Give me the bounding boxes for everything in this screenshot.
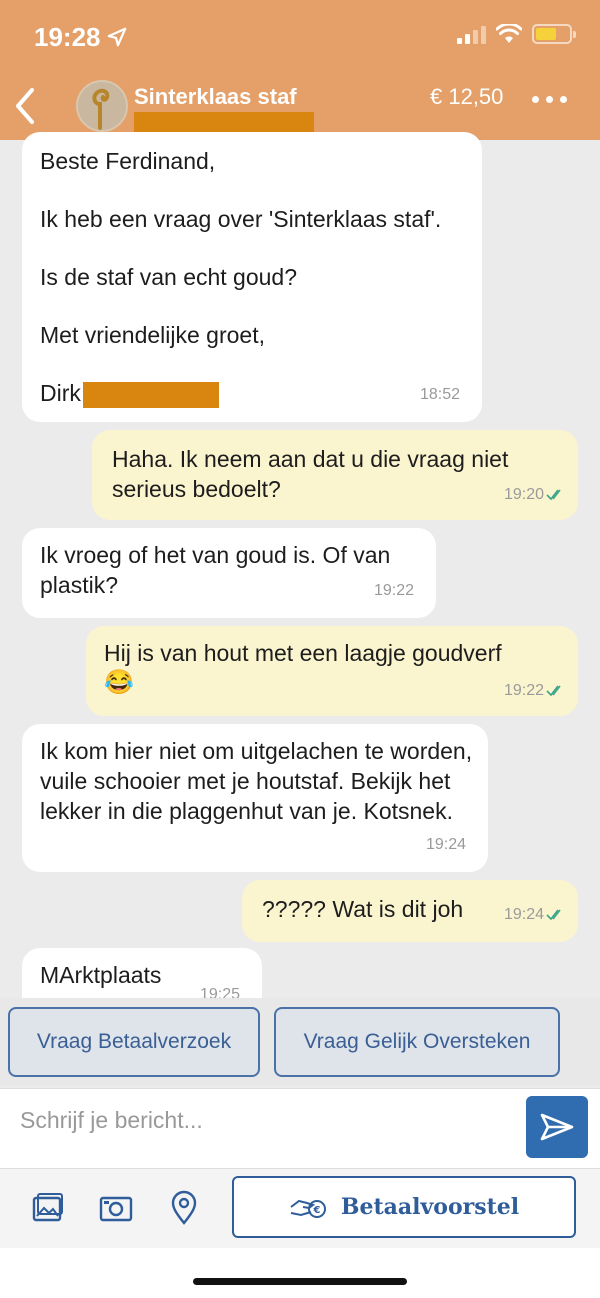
message-time: 19:22 xyxy=(373,582,414,599)
svg-text:€: € xyxy=(312,1205,320,1216)
message-incoming: Ik vroeg of het van goud is. Of van plas… xyxy=(22,528,436,618)
message-text: Haha. Ik neem aan dat u die vraag niet s… xyxy=(112,446,509,502)
status-indicators xyxy=(457,24,576,44)
item-price: € 12,50 xyxy=(430,84,504,109)
battery-icon xyxy=(532,24,576,44)
more-options-icon[interactable] xyxy=(532,96,567,103)
message-text: Ik vroeg of het van goud is. Of van plas… xyxy=(40,542,391,598)
redaction-bar xyxy=(82,381,219,408)
request-payment-button[interactable]: Vraag Betaalverzoek xyxy=(8,1007,260,1077)
camera-icon[interactable] xyxy=(98,1190,134,1226)
signal-icon xyxy=(457,24,486,44)
chat-header: 19:28 Sinterklaas staf € 12,50 xyxy=(0,0,600,140)
message-outgoing: Hij is van hout met een laagje goudverf … xyxy=(86,626,578,716)
payment-proposal-label: Betaalvoorstel xyxy=(340,1194,520,1220)
message-signoff: Dirk xyxy=(40,378,441,408)
message-outgoing: Haha. Ik neem aan dat u die vraag niet s… xyxy=(92,430,578,520)
message-time: 19:22 xyxy=(504,676,566,706)
message-text: Hij is van hout met een laagje goudverf xyxy=(104,640,502,666)
location-arrow-icon xyxy=(107,27,127,47)
message-text: MArktplaats xyxy=(40,962,162,988)
redaction-bar xyxy=(134,112,314,132)
item-avatar[interactable] xyxy=(76,80,128,132)
chat-title[interactable]: Sinterklaas staf xyxy=(134,84,297,110)
location-pin-icon[interactable] xyxy=(166,1190,202,1226)
message-time: 19:20 xyxy=(504,480,566,510)
equal-split-button[interactable]: Vraag Gelijk Oversteken xyxy=(274,1007,560,1077)
message-line: Met vriendelijke groet, xyxy=(40,322,265,348)
compose-bar: Schrijf je bericht... xyxy=(0,1088,600,1168)
staff-icon xyxy=(92,88,110,130)
back-chevron-icon[interactable] xyxy=(12,86,38,126)
read-ticks-icon xyxy=(546,489,561,500)
message-outgoing: ????? Wat is dit joh 19:24 xyxy=(242,880,578,942)
gallery-icon[interactable] xyxy=(30,1190,66,1226)
send-icon xyxy=(540,1113,574,1141)
message-time: 18:52 xyxy=(419,386,460,403)
message-time: 19:24 xyxy=(425,836,466,853)
message-text: Ik kom hier niet om uitgelachen te worde… xyxy=(40,738,473,824)
message-text: ????? Wat is dit joh xyxy=(262,896,464,922)
payment-proposal-button[interactable]: € Betaalvoorstel xyxy=(232,1176,576,1238)
status-time: 19:28 xyxy=(34,22,101,52)
message-incoming: Ik kom hier niet om uitgelachen te worde… xyxy=(22,724,488,872)
read-ticks-icon xyxy=(546,909,561,920)
message-line: Ik heb een vraag over 'Sinterklaas staf'… xyxy=(40,206,442,232)
message-time: 19:24 xyxy=(504,900,566,930)
read-ticks-icon xyxy=(546,685,561,696)
message-line: Is de staf van echt goud? xyxy=(40,264,298,290)
message-input[interactable]: Schrijf je bericht... xyxy=(20,1107,203,1134)
send-button[interactable] xyxy=(526,1096,588,1158)
hand-money-icon: € xyxy=(290,1199,326,1218)
home-indicator[interactable] xyxy=(193,1278,407,1285)
wifi-icon xyxy=(496,24,522,43)
laughing-emoji: 😂 xyxy=(104,669,134,696)
home-area xyxy=(0,1248,600,1298)
message-incoming: Beste Ferdinand, Ik heb een vraag over '… xyxy=(22,132,482,422)
message-line: Beste Ferdinand, xyxy=(40,148,216,174)
